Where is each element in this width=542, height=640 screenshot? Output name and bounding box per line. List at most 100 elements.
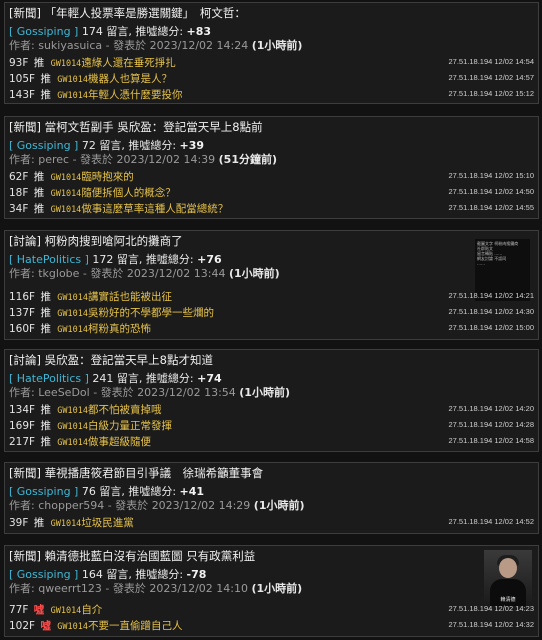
push-tag: 推 bbox=[40, 89, 51, 101]
floor-number: 134F bbox=[9, 404, 36, 416]
push-user[interactable]: GW1014 bbox=[57, 622, 88, 632]
push-tag: 推 bbox=[40, 291, 51, 303]
published-label: - 發表於 bbox=[105, 582, 146, 595]
push-user[interactable]: GW1014 bbox=[57, 75, 88, 85]
push-row: 39F 推 GW1014垃圾民進黨 27.51.18.194 12/02 14:… bbox=[9, 515, 534, 529]
push-user[interactable]: GW1014 bbox=[57, 325, 88, 335]
push-text: 都不怕被賣掉哦 bbox=[88, 404, 162, 416]
push-row: 77F 噓 GW1014自介 27.51.18.194 12/02 14:23 bbox=[9, 602, 534, 616]
push-row: 217F 推 GW1014做事超級隨便 27.51.18.194 12/02 1… bbox=[9, 434, 534, 448]
push-text: 不要一直偷蹭自己人 bbox=[88, 620, 183, 632]
published-label: - 發表於 bbox=[107, 499, 149, 512]
push-user[interactable]: GW1014 bbox=[51, 189, 82, 199]
push-ip-time: 27.51.18.194 12/02 14:55 bbox=[448, 203, 535, 212]
floor-number: 105F bbox=[9, 73, 36, 85]
push-text: 柯粉真的恐怖 bbox=[88, 323, 151, 335]
push-user[interactable]: GW1014 bbox=[51, 519, 82, 529]
post-card[interactable]: [新聞] 當柯文哲副手 吳欣盈：登記當天早上8點前 [ Gossiping ] … bbox=[4, 116, 539, 219]
push-row: 18F 推 GW1014隨便拆個人的概念？ 27.51.18.194 12/02… bbox=[9, 185, 534, 199]
published-label: - 發表於 bbox=[93, 386, 134, 399]
push-tag: 推 bbox=[40, 323, 51, 335]
author-name[interactable]: qweerrt123 bbox=[38, 582, 102, 595]
post-author-line: 作者: chopper594 - 發表於 2023/12/02 14:29 (1… bbox=[9, 497, 305, 513]
push-ip-time: 27.51.18.194 12/02 14:57 bbox=[448, 73, 535, 82]
relative-time: (1小時前) bbox=[251, 39, 303, 52]
push-tag: 噓 bbox=[40, 620, 51, 632]
push-row: 169F 推 GW1014白級力量正常發揮 27.51.18.194 12/02… bbox=[9, 418, 534, 432]
post-author-line: 作者: LeeSeDol - 發表於 2023/12/02 13:54 (1小時… bbox=[9, 384, 290, 400]
post-date: 2023/12/02 13:44 bbox=[126, 267, 226, 280]
author-name[interactable]: perec bbox=[38, 153, 69, 166]
post-card[interactable]: [討論] 柯粉肉搜到嗆阿北的攤商了 [ HatePolitics ] 172 留… bbox=[4, 230, 539, 340]
author-name[interactable]: tkglobe bbox=[38, 267, 79, 280]
push-text: 做事超級隨便 bbox=[88, 436, 151, 448]
push-text: 垃圾民進黨 bbox=[81, 517, 134, 529]
push-user[interactable]: GW1014 bbox=[57, 293, 88, 303]
author-name[interactable]: chopper594 bbox=[38, 499, 104, 512]
push-ip-time: 27.51.18.194 12/02 14:30 bbox=[448, 307, 535, 316]
author-label: 作者: bbox=[9, 499, 35, 512]
push-text: 機器人也算是人？ bbox=[88, 73, 172, 85]
relative-time: (1小時前) bbox=[229, 267, 280, 280]
push-tag: 推 bbox=[40, 404, 51, 416]
post-title[interactable]: [新聞] 賴清德批藍白沒有治國藍圖 只有政黨利益 bbox=[9, 548, 255, 564]
post-date: 2023/12/02 14:29 bbox=[151, 499, 251, 512]
post-date: 2023/12/02 13:54 bbox=[137, 386, 236, 399]
push-tag: 噓 bbox=[33, 604, 45, 616]
push-user[interactable]: GW1014 bbox=[51, 173, 82, 183]
push-tag: 推 bbox=[40, 436, 51, 448]
push-ip-time: 27.51.18.194 12/02 15:10 bbox=[448, 171, 535, 180]
push-tag: 推 bbox=[33, 187, 45, 199]
post-title[interactable]: [新聞] 「年輕人投票率是勝選關鍵」 柯文哲： bbox=[9, 5, 246, 21]
push-ip-time: 27.51.18.194 12/02 14:58 bbox=[448, 436, 535, 445]
push-row: 102F 噓 GW1014不要一直偷蹭自己人 27.51.18.194 12/0… bbox=[9, 618, 534, 632]
floor-number: 169F bbox=[9, 420, 36, 432]
push-text: 做事這麼草率這種人配當總統？ bbox=[81, 203, 229, 215]
post-card[interactable]: [新聞] 「年輕人投票率是勝選關鍵」 柯文哲： [ Gossiping ] 17… bbox=[4, 2, 539, 104]
push-row: 134F 推 GW1014都不怕被賣掉哦 27.51.18.194 12/02 … bbox=[9, 402, 534, 416]
push-ip-time: 27.51.18.194 12/02 14:50 bbox=[448, 187, 535, 196]
post-title[interactable]: [新聞] 華視播唐筱君節目引爭議 徐瑞希籲董事會 bbox=[9, 465, 263, 481]
post-author-line: 作者: perec - 發表於 2023/12/02 14:39 (51分鐘前) bbox=[9, 151, 277, 167]
push-user[interactable]: GW1014 bbox=[57, 406, 88, 416]
relative-time: (1小時前) bbox=[251, 582, 303, 595]
push-user[interactable]: GW1014 bbox=[57, 91, 88, 101]
relative-time: (1小時前) bbox=[253, 499, 305, 512]
push-user[interactable]: GW1014 bbox=[51, 205, 82, 215]
author-name[interactable]: sukiyasuica bbox=[38, 39, 102, 52]
post-card[interactable]: [新聞] 賴清德批藍白沒有治國藍圖 只有政黨利益 [ Gossiping ] 1… bbox=[4, 545, 539, 637]
floor-number: 143F bbox=[9, 89, 36, 101]
push-user[interactable]: GW1014 bbox=[57, 438, 88, 448]
push-user[interactable]: GW1014 bbox=[51, 59, 82, 69]
post-author-line: 作者: qweerrt123 - 發表於 2023/12/02 14:10 (1… bbox=[9, 580, 302, 596]
push-ip-time: 27.51.18.194 12/02 14:32 bbox=[448, 620, 535, 629]
floor-number: 217F bbox=[9, 436, 36, 448]
push-ip-time: 27.51.18.194 12/02 14:52 bbox=[448, 517, 535, 526]
push-row: 62F 推 GW1014臨時抱來的 27.51.18.194 12/02 15:… bbox=[9, 169, 534, 183]
floor-number: 116F bbox=[9, 291, 36, 303]
relative-time: (51分鐘前) bbox=[218, 153, 278, 166]
post-card[interactable]: [新聞] 華視播唐筱君節目引爭議 徐瑞希籲董事會 [ Gossiping ] 7… bbox=[4, 462, 539, 534]
floor-number: 102F bbox=[9, 620, 36, 632]
author-name[interactable]: LeeSeDol bbox=[38, 386, 89, 399]
floor-number: 39F bbox=[9, 517, 29, 529]
post-title[interactable]: [討論] 柯粉肉搜到嗆阿北的攤商了 bbox=[9, 233, 183, 249]
push-row: 34F 推 GW1014做事這麼草率這種人配當總統？ 27.51.18.194 … bbox=[9, 201, 534, 215]
push-text: 年輕人憑什麼要投你 bbox=[88, 89, 183, 101]
post-author-line: 作者: tkglobe - 發表於 2023/12/02 13:44 (1小時前… bbox=[9, 265, 280, 281]
push-user[interactable]: GW1014 bbox=[57, 309, 88, 319]
push-tag: 推 bbox=[33, 203, 45, 215]
push-tag: 推 bbox=[40, 420, 51, 432]
post-title[interactable]: [討論] 吳欣盈：登記當天早上8點才知道 bbox=[9, 352, 213, 368]
post-card[interactable]: [討論] 吳欣盈：登記當天早上8點才知道 [ HatePolitics ] 24… bbox=[4, 349, 539, 452]
push-row: 116F 推 GW1014講實話也能被出征 27.51.18.194 12/02… bbox=[9, 289, 534, 303]
push-user[interactable]: GW1014 bbox=[51, 606, 82, 616]
push-ip-time: 27.51.18.194 12/02 15:12 bbox=[448, 89, 535, 98]
push-tag: 推 bbox=[40, 73, 51, 85]
post-thumbnail[interactable]: 賴清德 bbox=[484, 550, 532, 606]
author-label: 作者: bbox=[9, 386, 35, 399]
post-title[interactable]: [新聞] 當柯文哲副手 吳欣盈：登記當天早上8點前 bbox=[9, 119, 263, 135]
push-user[interactable]: GW1014 bbox=[57, 422, 88, 432]
push-text: 臨時抱來的 bbox=[81, 171, 134, 183]
push-ip-time: 27.51.18.194 12/02 14:28 bbox=[448, 420, 535, 429]
